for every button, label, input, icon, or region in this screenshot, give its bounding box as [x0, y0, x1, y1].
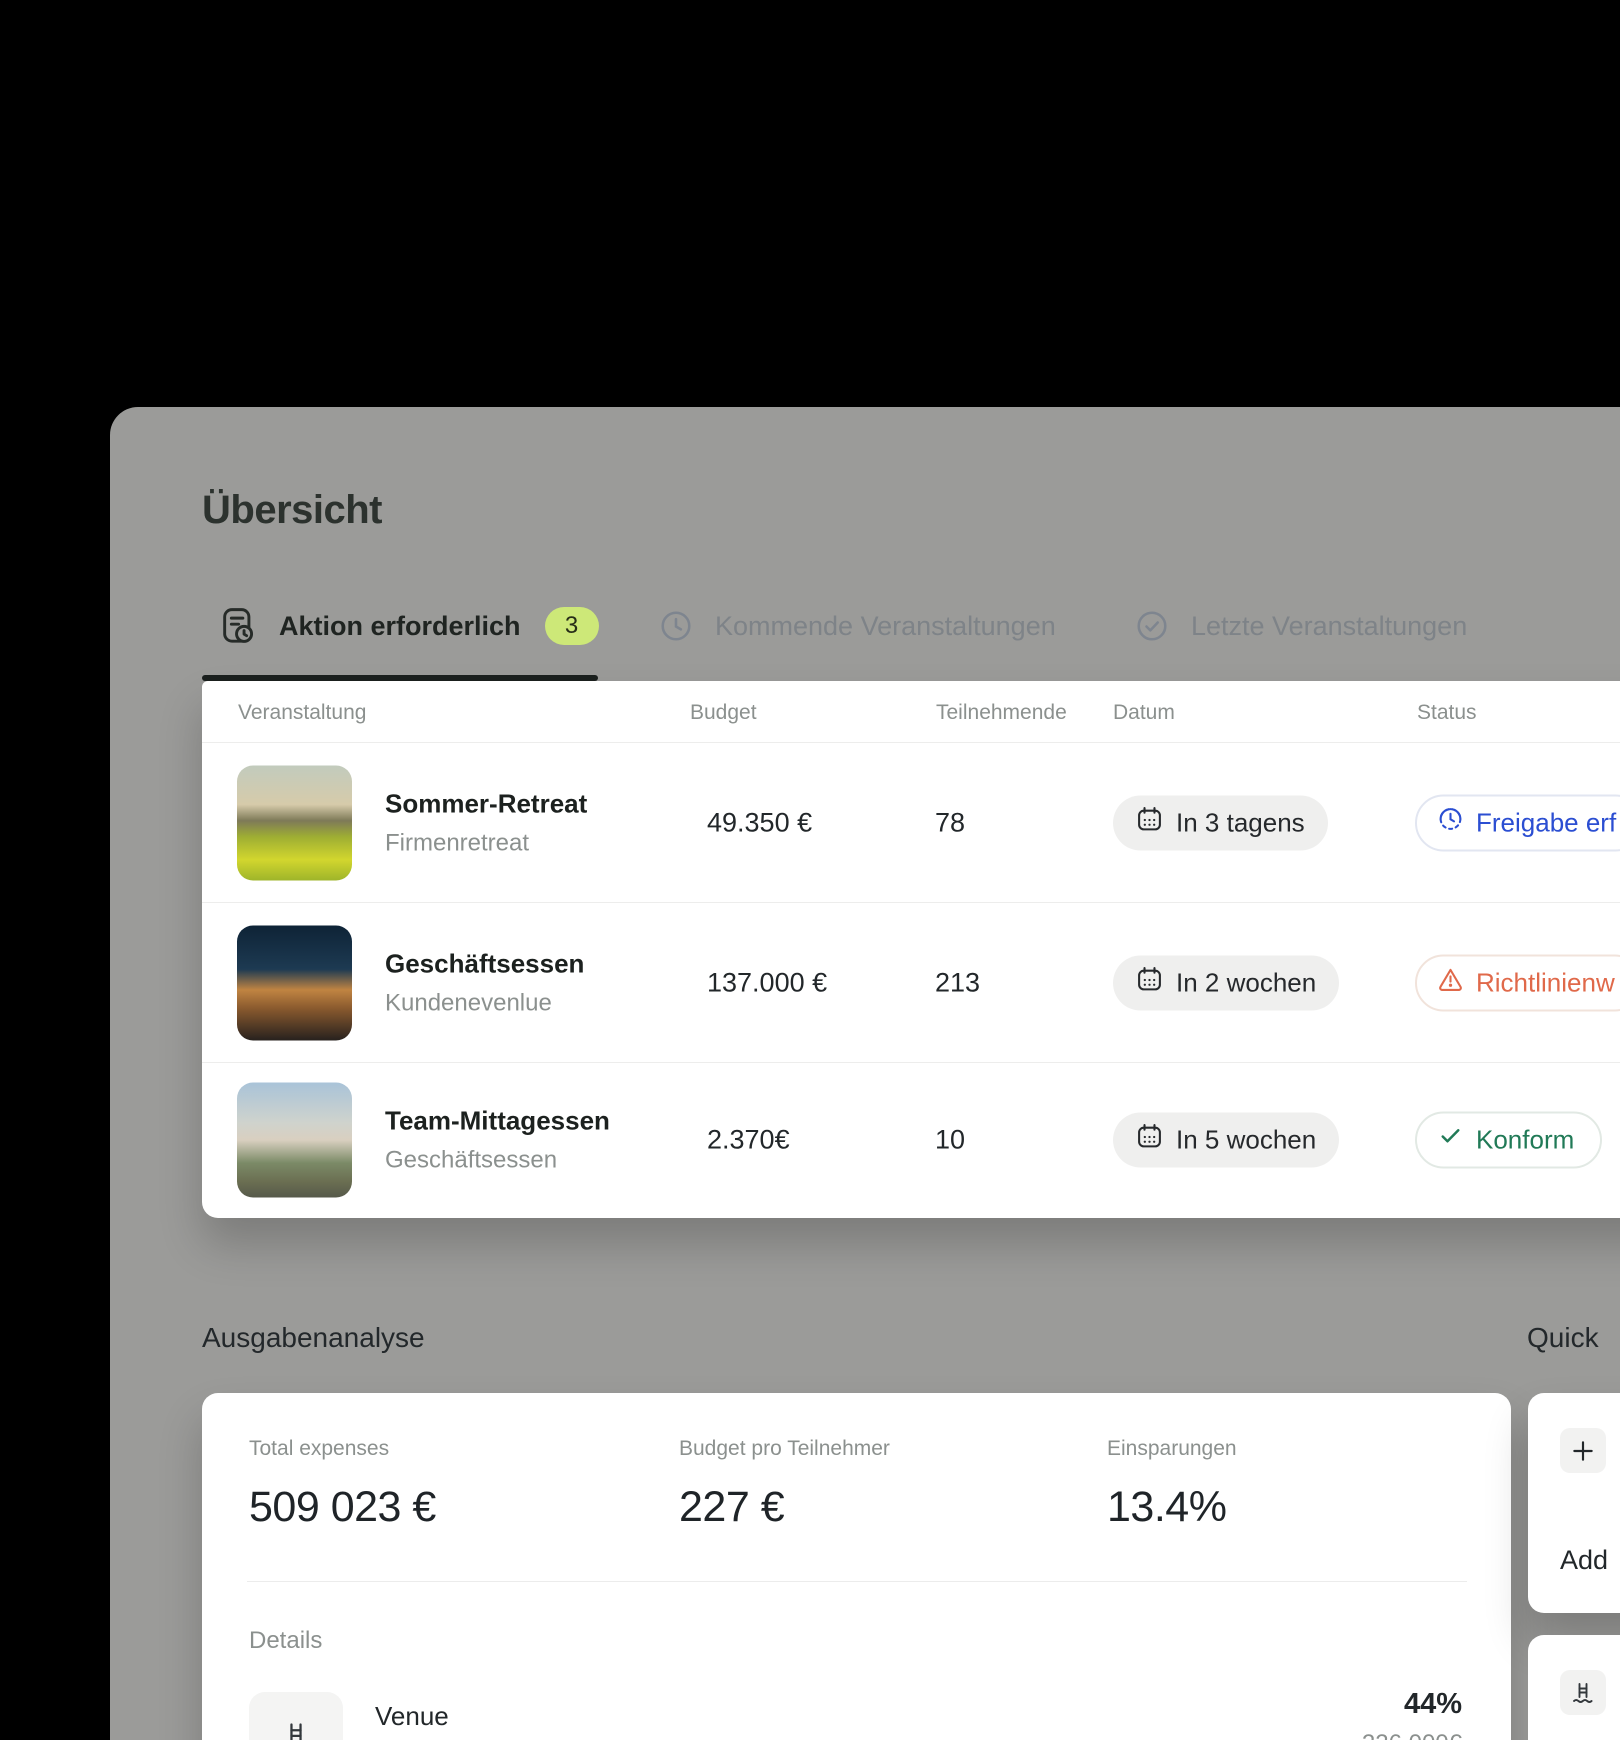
table-row[interactable]: Sommer-Retreat Firmenretreat 49.350 € 78 [202, 742, 1620, 902]
page-title: Übersicht [202, 488, 382, 533]
date-badge: In 5 wochen [1113, 1112, 1339, 1167]
divider [247, 1581, 1467, 1582]
stat-value: 509 023 € [249, 1483, 436, 1532]
column-header-participants: Teilnehmende [936, 701, 1067, 725]
detail-row-percent: 44% [1404, 1688, 1462, 1721]
warning-icon [1437, 966, 1464, 1000]
status-badge: Richtlinienw [1415, 954, 1620, 1011]
stat-label: Total expenses [249, 1437, 436, 1461]
event-participants: 213 [935, 967, 980, 998]
event-subtitle: Kundenevenlue [385, 989, 584, 1017]
status-badge: Freigabe erf [1415, 794, 1620, 851]
column-header-date: Datum [1113, 701, 1175, 725]
event-subtitle: Firmenretreat [385, 829, 587, 857]
details-label: Details [249, 1627, 322, 1655]
table-row[interactable]: Geschäftsessen Kundenevenlue 137.000 € 2… [202, 902, 1620, 1062]
event-budget: 49.350 € [707, 807, 812, 838]
calendar-icon [1136, 966, 1163, 1000]
stat-label: Budget pro Teilnehmer [679, 1437, 890, 1461]
check-icon [1437, 1123, 1464, 1157]
venue-category-icon-box [249, 1692, 343, 1740]
screen: Übersicht Aktion erforderlich 3 Kommende… [0, 0, 1620, 1740]
date-badge: In 2 wochen [1113, 955, 1339, 1010]
add-label[interactable]: Add [1560, 1545, 1608, 1576]
stat-value: 13.4% [1107, 1483, 1237, 1532]
table-row[interactable]: Team-Mittagessen Geschäftsessen 2.370€ 1… [202, 1062, 1620, 1216]
event-budget: 2.370€ [707, 1124, 790, 1155]
event-participants: 10 [935, 1124, 965, 1155]
tab-label: Kommende Veranstaltungen [715, 611, 1056, 642]
expense-analysis-card: Total expenses 509 023 € Budget pro Teil… [202, 1393, 1511, 1740]
stat-value: 227 € [679, 1483, 890, 1532]
column-header-event: Veranstaltung [238, 701, 366, 725]
clock-icon [659, 609, 693, 643]
event-thumbnail [237, 1082, 352, 1197]
event-budget: 137.000 € [707, 967, 827, 998]
column-header-budget: Budget [690, 701, 757, 725]
date-badge: In 3 tagens [1113, 795, 1328, 850]
quick-action-pool-card[interactable] [1528, 1635, 1620, 1740]
event-thumbnail [237, 925, 352, 1040]
tab-action-required[interactable]: Aktion erforderlich 3 [221, 603, 599, 649]
calendar-icon [1136, 806, 1163, 840]
tab-label: Aktion erforderlich [279, 611, 521, 642]
tab-count-badge: 3 [545, 607, 599, 645]
status-label: Richtlinienw [1476, 967, 1615, 998]
detail-row-label: Venue [375, 1701, 449, 1732]
stat-label: Einsparungen [1107, 1437, 1237, 1461]
date-label: In 5 wochen [1176, 1124, 1316, 1155]
status-badge: Konform [1415, 1111, 1602, 1168]
event-participants: 78 [935, 807, 965, 838]
event-title: Geschäftsessen [385, 948, 584, 979]
event-title: Team-Mittagessen [385, 1105, 610, 1136]
pending-clock-icon [1437, 806, 1464, 840]
expense-analysis-heading: Ausgabenanalyse [202, 1322, 425, 1354]
date-label: In 3 tagens [1176, 807, 1305, 838]
plus-icon[interactable] [1560, 1428, 1606, 1473]
event-title: Sommer-Retreat [385, 788, 587, 819]
column-header-status: Status [1417, 701, 1477, 725]
status-label: Freigabe erf [1476, 807, 1616, 838]
event-subtitle: Geschäftsessen [385, 1146, 610, 1174]
quick-actions-heading: Quick [1527, 1322, 1599, 1354]
chair-icon [281, 1720, 311, 1740]
tab-past-events[interactable]: Letzte Veranstaltungen [1135, 603, 1467, 649]
date-label: In 2 wochen [1176, 967, 1316, 998]
table-header: Veranstaltung Budget Teilnehmende Datum … [202, 681, 1620, 742]
document-clock-icon [221, 606, 255, 646]
detail-row-amount: 226.000€ [1362, 1730, 1462, 1740]
events-table: Veranstaltung Budget Teilnehmende Datum … [202, 681, 1620, 1218]
pool-ladder-icon[interactable] [1560, 1670, 1606, 1715]
check-circle-icon [1135, 609, 1169, 643]
quick-action-add-card[interactable]: Add [1528, 1393, 1620, 1613]
event-thumbnail [237, 765, 352, 880]
tab-label: Letzte Veranstaltungen [1191, 611, 1467, 642]
calendar-icon [1136, 1123, 1163, 1157]
tab-upcoming-events[interactable]: Kommende Veranstaltungen [659, 603, 1056, 649]
status-label: Konform [1476, 1124, 1574, 1155]
